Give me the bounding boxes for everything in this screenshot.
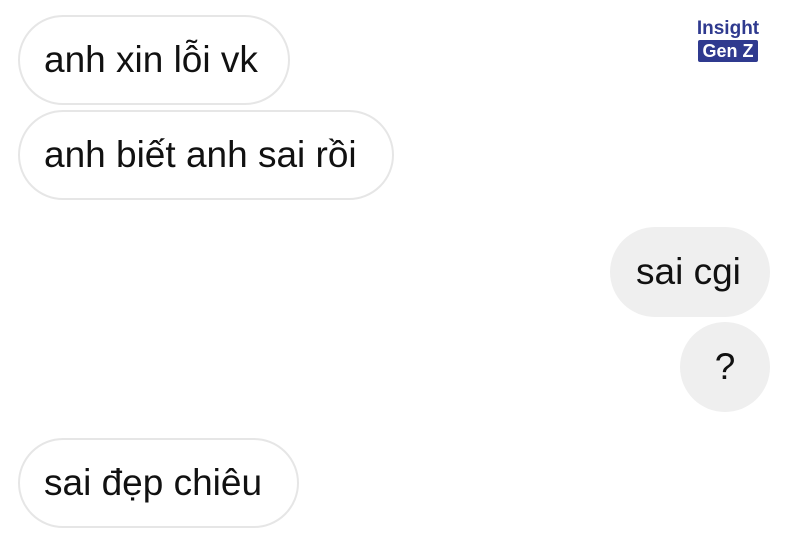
chat-thread: anh xin lỗi vk anh biết anh sai rồi sai … — [0, 0, 788, 540]
outgoing-message-bubble[interactable]: ? — [680, 322, 770, 412]
incoming-message-bubble[interactable]: anh biết anh sai rồi — [18, 110, 394, 200]
incoming-message-bubble[interactable]: anh xin lỗi vk — [18, 15, 290, 105]
watermark-line-insight: Insight — [696, 18, 760, 39]
outgoing-message-bubble[interactable]: sai cgi — [610, 227, 770, 317]
insight-genz-watermark-logo: Insight Gen Z — [688, 18, 768, 64]
watermark-line-genz: Gen Z — [698, 40, 758, 62]
incoming-message-bubble[interactable]: sai đẹp chiêu — [18, 438, 299, 528]
